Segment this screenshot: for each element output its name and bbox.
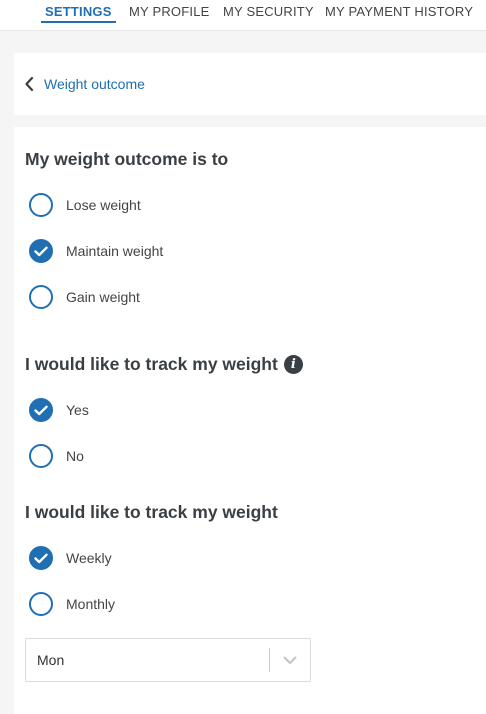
radio-monthly[interactable]: Monthly	[29, 592, 115, 616]
info-icon[interactable]: i	[283, 355, 303, 374]
option-label: Weekly	[66, 550, 112, 566]
frequency-title: I would like to track my weight	[25, 502, 278, 523]
settings-card: My weight outcome is to Lose weight Main…	[14, 127, 486, 714]
radio-track-yes[interactable]: Yes	[29, 398, 89, 422]
chevron-left-icon	[24, 76, 38, 92]
radio-checked-icon[interactable]	[29, 398, 53, 422]
radio-unchecked-icon[interactable]	[29, 285, 53, 309]
outcome-title: My weight outcome is to	[25, 149, 228, 170]
outcome-title-text: My weight outcome is to	[25, 149, 229, 169]
radio-checked-icon[interactable]	[29, 546, 53, 570]
radio-unchecked-icon[interactable]	[29, 592, 53, 616]
tracking-title-text: I would like to track my weight	[25, 354, 278, 374]
tab-my-security[interactable]: MY SECURITY	[223, 4, 314, 19]
chevron-down-icon[interactable]	[270, 656, 310, 665]
day-select[interactable]: Mon	[25, 638, 311, 682]
radio-weekly[interactable]: Weekly	[29, 546, 112, 570]
option-label: Lose weight	[66, 197, 141, 213]
tab-my-profile[interactable]: MY PROFILE	[129, 4, 210, 19]
day-select-value: Mon	[37, 652, 65, 668]
option-label: Maintain weight	[66, 243, 164, 259]
radio-checked-icon[interactable]	[29, 239, 53, 263]
tab-my-payment-history[interactable]: MY PAYMENT HISTORY	[325, 4, 473, 19]
radio-track-no[interactable]: No	[29, 444, 84, 468]
radio-maintain-weight[interactable]: Maintain weight	[29, 239, 163, 263]
tab-settings[interactable]: SETTINGS	[41, 4, 116, 23]
top-nav: SETTINGS MY PROFILE MY SECURITY MY PAYME…	[0, 0, 486, 31]
option-label: Gain weight	[66, 289, 140, 305]
tracking-title: I would like to track my weight i	[25, 354, 303, 375]
radio-unchecked-icon[interactable]	[29, 444, 53, 468]
back-button[interactable]: Weight outcome	[14, 53, 486, 115]
frequency-title-text: I would like to track my weight	[25, 502, 278, 522]
radio-gain-weight[interactable]: Gain weight	[29, 285, 140, 309]
back-label: Weight outcome	[44, 76, 145, 92]
option-label: Monthly	[66, 596, 116, 612]
radio-unchecked-icon[interactable]	[29, 193, 53, 217]
radio-lose-weight[interactable]: Lose weight	[29, 193, 141, 217]
option-label: No	[66, 448, 84, 464]
option-label: Yes	[66, 402, 89, 418]
